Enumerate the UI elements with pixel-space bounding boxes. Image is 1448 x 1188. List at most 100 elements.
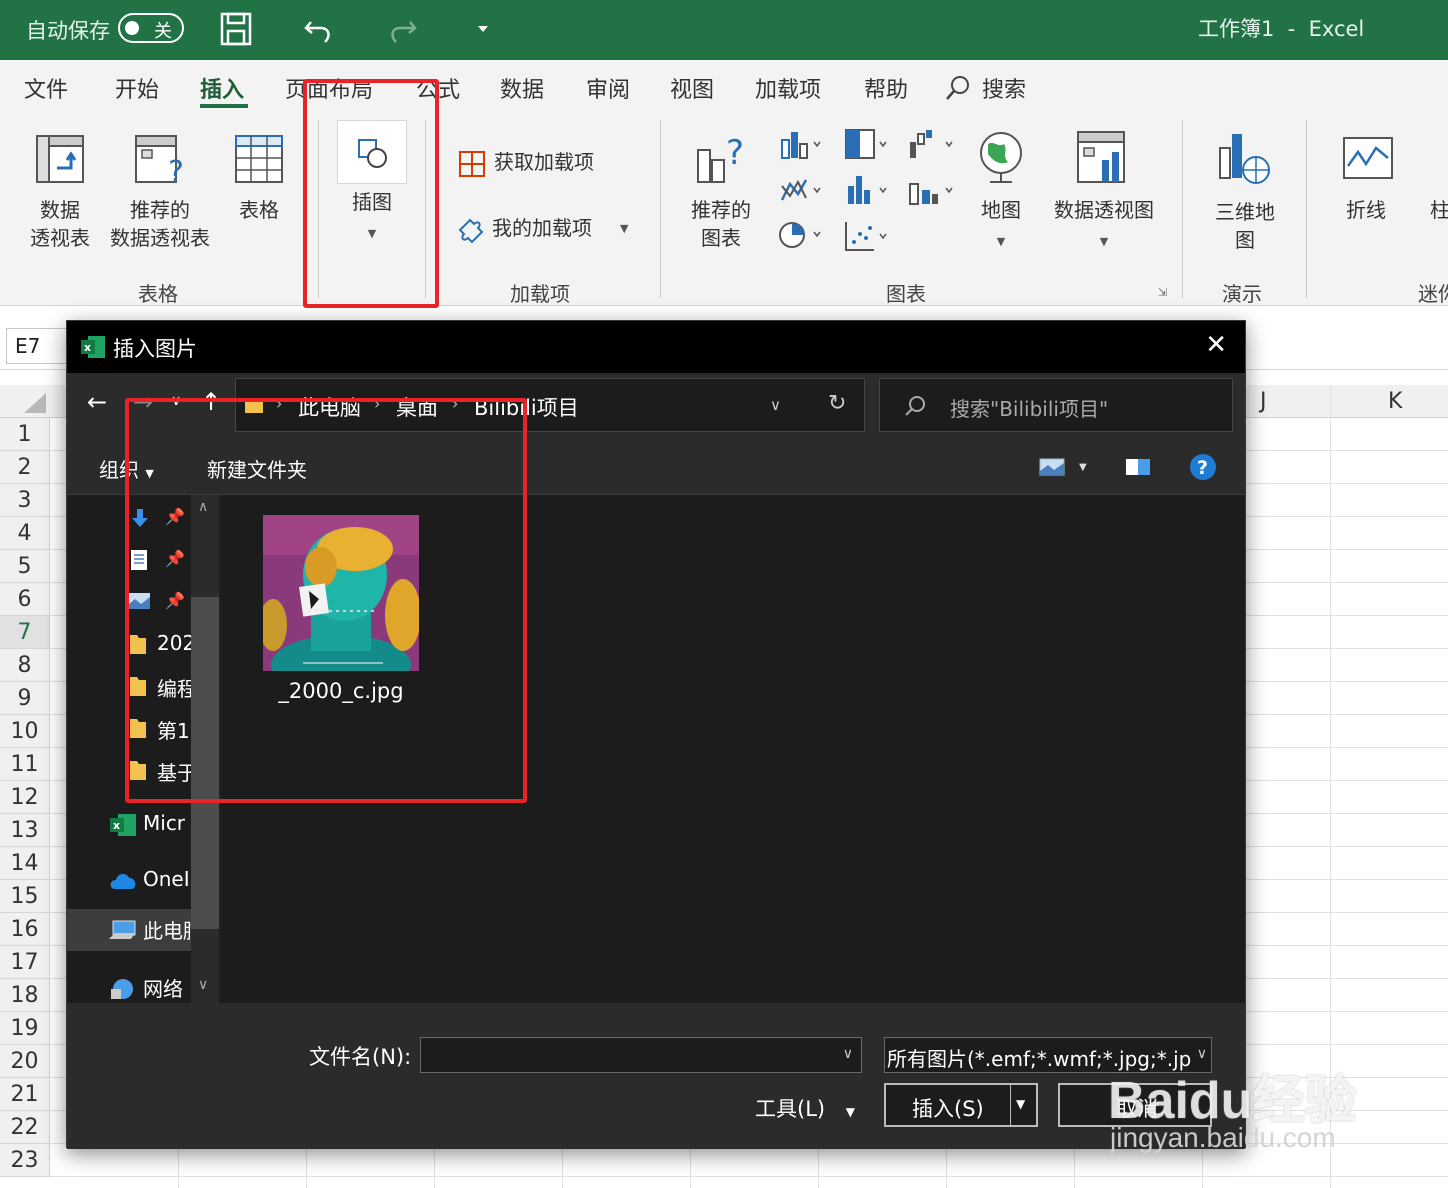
recommended-charts-label: 推荐的 图表 — [691, 198, 751, 250]
nav-onedrive[interactable]: OneI — [143, 867, 190, 891]
tab-view[interactable]: 视图 — [670, 72, 714, 104]
chevron-down-icon: ▼ — [996, 235, 1006, 248]
name-box[interactable]: E7 — [6, 328, 72, 364]
row-header[interactable]: 12 — [0, 781, 50, 814]
row-header[interactable]: 2 — [0, 451, 50, 484]
chevron-down-icon[interactable]: ▼ — [620, 222, 628, 235]
excel-icon: x — [81, 336, 105, 358]
row-header[interactable]: 3 — [0, 484, 50, 517]
row-header[interactable]: 22 — [0, 1111, 50, 1144]
row-header[interactable]: 8 — [0, 649, 50, 682]
tab-insert[interactable]: 插入 — [200, 72, 244, 104]
search-icon[interactable] — [944, 74, 972, 102]
svg-text:?: ? — [168, 155, 184, 188]
tab-review[interactable]: 审阅 — [586, 72, 630, 104]
row-header[interactable]: 14 — [0, 847, 50, 880]
excel-icon: x — [110, 814, 136, 836]
chevron-down-icon[interactable]: ▼ — [1079, 462, 1087, 473]
onedrive-icon — [110, 874, 136, 889]
row-header[interactable]: 18 — [0, 979, 50, 1012]
row-header[interactable]: 6 — [0, 583, 50, 616]
pivot-table-button[interactable]: 数据 透视表 — [24, 196, 96, 252]
dialog-bottom-bar: 文件名(N): ∨ 所有图片(*.emf;*.wmf;*.jpg;*.jp ∨ … — [67, 1003, 1245, 1149]
nav-microsoft-excel[interactable]: Micr — [143, 811, 185, 835]
column-header-j[interactable]: J — [1260, 389, 1267, 414]
row-header[interactable]: 17 — [0, 946, 50, 979]
autosave-toggle[interactable]: 关 — [118, 13, 184, 43]
3d-map-icon — [1219, 134, 1270, 184]
pivot-table-icon — [36, 135, 84, 183]
row-header[interactable]: 5 — [0, 550, 50, 583]
row-header[interactable]: 9 — [0, 682, 50, 715]
sparkline-line-button[interactable]: 折线 — [1346, 196, 1386, 224]
row-header[interactable]: 20 — [0, 1045, 50, 1078]
pie-chart-icon[interactable] — [778, 220, 824, 250]
filename-input[interactable]: ∨ — [420, 1037, 862, 1073]
computer-icon — [109, 920, 136, 939]
close-icon[interactable]: ✕ — [1205, 330, 1227, 360]
maps-button[interactable]: 地图 ▼ — [976, 196, 1026, 256]
select-all-icon[interactable] — [20, 391, 48, 415]
tab-addins[interactable]: 加载项 — [755, 72, 821, 104]
preview-pane-icon[interactable] — [1125, 457, 1151, 477]
dialog-title: 插入图片 — [113, 337, 197, 361]
column-chart-icon[interactable] — [780, 130, 824, 160]
insert-button[interactable]: 插入(S) ▼ — [884, 1083, 1038, 1127]
column-header-k[interactable]: K — [1388, 389, 1402, 414]
nav-network[interactable]: 网络 — [143, 973, 183, 1002]
recommended-pivot-button[interactable]: 推荐的 数据透视表 — [104, 196, 216, 252]
tab-home[interactable]: 开始 — [115, 72, 159, 104]
row-header[interactable]: 13 — [0, 814, 50, 847]
tab-data[interactable]: 数据 — [500, 72, 544, 104]
filename-label: 文件名(N): — [309, 1045, 412, 1069]
split-button-divider — [1010, 1085, 1011, 1125]
dialog-search-box[interactable]: 搜索"Bilibili项目" — [879, 378, 1233, 432]
get-addins-button[interactable]: 获取加载项 — [494, 148, 594, 176]
address-dropdown-icon[interactable]: ∨ — [770, 396, 781, 414]
help-icon[interactable]: ? — [1189, 453, 1217, 481]
tab-file[interactable]: 文件 — [24, 72, 68, 104]
refresh-icon[interactable]: ↻ — [828, 391, 846, 416]
waterfall-chart-icon[interactable] — [908, 128, 956, 160]
table-button[interactable]: 表格 — [228, 196, 290, 224]
tab-help[interactable]: 帮助 — [864, 72, 908, 104]
row-header[interactable]: 21 — [0, 1078, 50, 1111]
row-header[interactable]: 1 — [0, 418, 50, 451]
scatter-chart-icon[interactable] — [844, 220, 890, 252]
pivot-table-label: 数据 透视表 — [30, 198, 90, 250]
chevron-down-icon[interactable]: ∨ — [843, 1046, 853, 1062]
combo-chart-icon[interactable] — [908, 174, 956, 206]
dialog-launcher-icon[interactable]: ⇲ — [1158, 286, 1167, 299]
pivot-chart-button[interactable]: 数据透视图 ▼ — [1050, 196, 1158, 256]
redo-icon[interactable] — [386, 12, 418, 46]
row-header[interactable]: 4 — [0, 517, 50, 550]
row-header[interactable]: 7 — [0, 616, 50, 649]
line-chart-icon[interactable] — [780, 176, 824, 204]
nav-this-pc-selected[interactable]: 此电脑 — [67, 909, 203, 951]
chevron-down-icon: ▼ — [845, 1105, 856, 1119]
row-header[interactable]: 10 — [0, 715, 50, 748]
view-options-icon[interactable] — [1039, 457, 1065, 477]
save-icon[interactable] — [220, 12, 252, 46]
row-header[interactable]: 23 — [0, 1144, 50, 1177]
recommended-charts-button[interactable]: 推荐的 图表 — [688, 196, 754, 252]
undo-icon[interactable] — [303, 12, 335, 46]
row-header[interactable]: 16 — [0, 913, 50, 946]
tab-search[interactable]: 搜索 — [982, 72, 1026, 104]
back-icon[interactable]: ← — [87, 388, 107, 416]
row-gridline — [50, 1176, 1448, 1177]
toggle-knob — [125, 21, 139, 35]
autosave-state: 关 — [154, 21, 172, 42]
row-header[interactable]: 11 — [0, 748, 50, 781]
row-header[interactable]: 15 — [0, 880, 50, 913]
hierarchy-chart-icon[interactable] — [844, 128, 890, 160]
sparkline-column-button[interactable]: 柱 — [1430, 196, 1448, 224]
statistic-chart-icon[interactable] — [844, 174, 890, 206]
row-header[interactable]: 19 — [0, 1012, 50, 1045]
my-addins-button[interactable]: 我的加载项 — [492, 214, 592, 242]
tools-button[interactable]: 工具(L) ▼ — [755, 1093, 855, 1123]
scroll-down-icon[interactable]: ∨ — [198, 977, 208, 993]
3d-map-button[interactable]: 三维地 图 — [1204, 198, 1286, 254]
customize-quick-access-icon[interactable] — [477, 24, 489, 34]
chevron-down-icon[interactable]: ▼ — [1016, 1097, 1025, 1111]
